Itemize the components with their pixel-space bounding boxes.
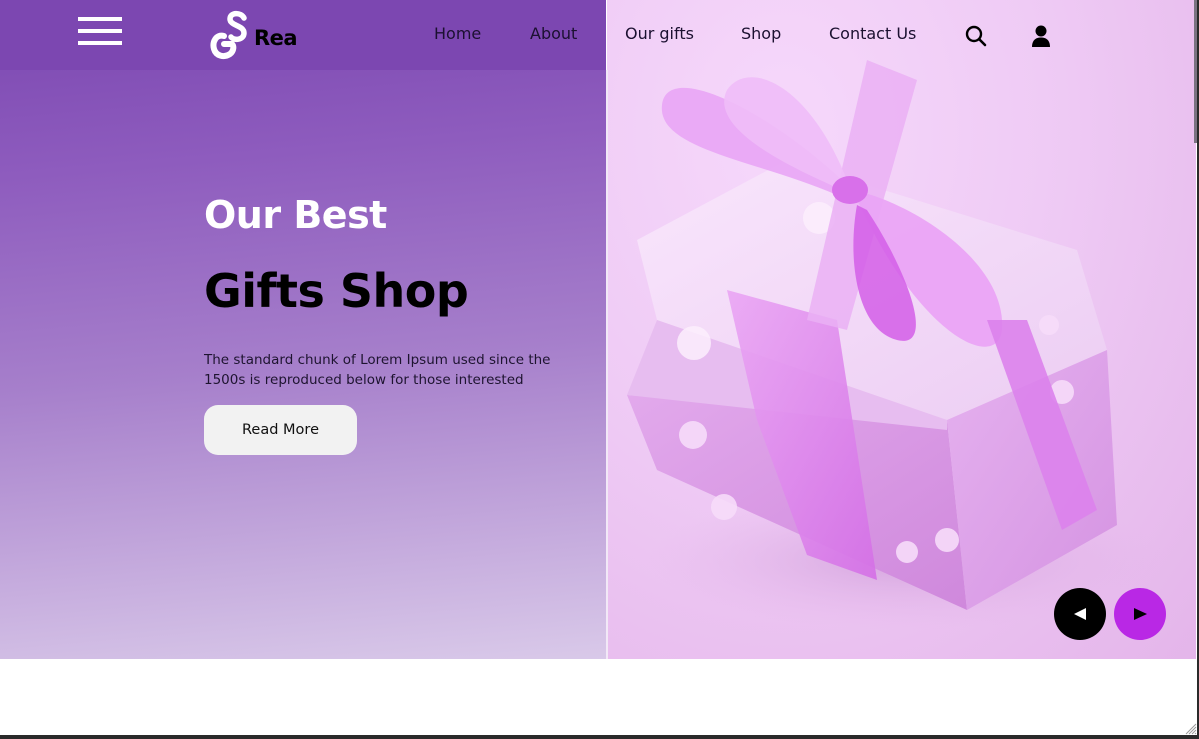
nav-home[interactable]: Home bbox=[434, 24, 481, 48]
menu-line bbox=[78, 29, 122, 33]
hero-left-panel bbox=[0, 0, 606, 659]
slider-prev-button[interactable] bbox=[1054, 588, 1106, 640]
nav-about[interactable]: About bbox=[530, 24, 577, 48]
triangle-left-icon bbox=[1074, 608, 1086, 620]
menu-line bbox=[78, 17, 122, 21]
nav-contact-us[interactable]: Contact Us bbox=[829, 24, 916, 48]
triangle-right-icon bbox=[1134, 608, 1147, 620]
hamburger-menu-icon[interactable] bbox=[78, 17, 122, 47]
search-button[interactable] bbox=[964, 24, 988, 48]
hero-image-panel bbox=[607, 0, 1196, 659]
hero-section: Rea Home About Our gifts Shop Contact Us… bbox=[0, 0, 1196, 659]
window-bottom-border bbox=[0, 735, 1199, 739]
user-account-button[interactable] bbox=[1029, 24, 1053, 48]
hero-title-line2: Gifts Shop bbox=[204, 264, 469, 318]
nav-shop[interactable]: Shop bbox=[741, 24, 781, 48]
menu-line bbox=[78, 41, 122, 45]
user-icon bbox=[1032, 25, 1050, 47]
read-more-button[interactable]: Read More bbox=[204, 405, 357, 455]
resize-grip-icon[interactable] bbox=[1184, 722, 1197, 735]
logo[interactable]: Rea bbox=[208, 10, 318, 60]
hero-description: The standard chunk of Lorem Ipsum used s… bbox=[204, 352, 551, 388]
gift-box-image bbox=[627, 60, 1167, 630]
slider-next-button[interactable] bbox=[1114, 588, 1166, 640]
panel-divider bbox=[606, 70, 608, 659]
logo-mark-icon bbox=[210, 10, 247, 60]
hero-title-line1: Our Best bbox=[204, 193, 387, 237]
logo-text: Rea bbox=[254, 26, 298, 50]
search-icon bbox=[965, 25, 987, 47]
nav-our-gifts[interactable]: Our gifts bbox=[625, 24, 694, 48]
